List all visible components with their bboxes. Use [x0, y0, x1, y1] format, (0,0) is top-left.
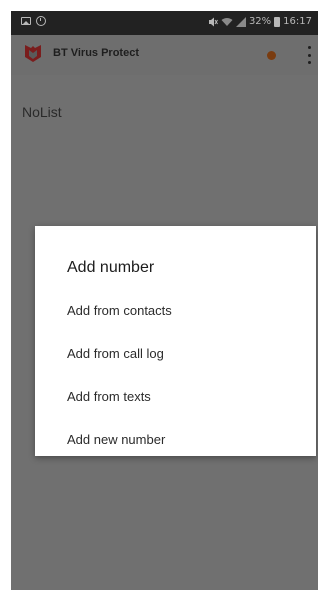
- status-clock: 16:17: [283, 16, 312, 27]
- mute-icon: [208, 17, 218, 26]
- list-title: NoList: [22, 104, 62, 120]
- status-bar: 32% 16:17: [11, 11, 318, 35]
- add-from-contacts-option[interactable]: Add from contacts: [67, 303, 172, 319]
- shield-logo-icon[interactable]: [25, 45, 41, 62]
- notification-dot-icon[interactable]: [267, 51, 276, 60]
- app-bar: BT Virus Protect: [11, 35, 318, 75]
- app-title: BT Virus Protect: [53, 47, 139, 59]
- status-left-icons: [21, 16, 46, 26]
- wifi-icon: [221, 17, 233, 26]
- add-new-number-option[interactable]: Add new number: [67, 432, 165, 448]
- battery-icon: [274, 16, 281, 27]
- picture-icon: [21, 17, 31, 25]
- battery-percent: 32%: [248, 16, 272, 27]
- signal-icon: [235, 16, 246, 27]
- status-right: 32% 16:17: [208, 16, 312, 27]
- add-from-texts-option[interactable]: Add from texts: [67, 389, 151, 405]
- dialog-title: Add number: [67, 259, 155, 276]
- phone-screen: 32% 16:17 BT Virus Protect NoList Add nu…: [11, 11, 318, 590]
- overflow-menu-icon[interactable]: [307, 46, 311, 64]
- add-from-call-log-option[interactable]: Add from call log: [67, 346, 164, 362]
- alarm-icon: [36, 16, 46, 26]
- add-number-dialog: Add number Add from contacts Add from ca…: [35, 226, 316, 456]
